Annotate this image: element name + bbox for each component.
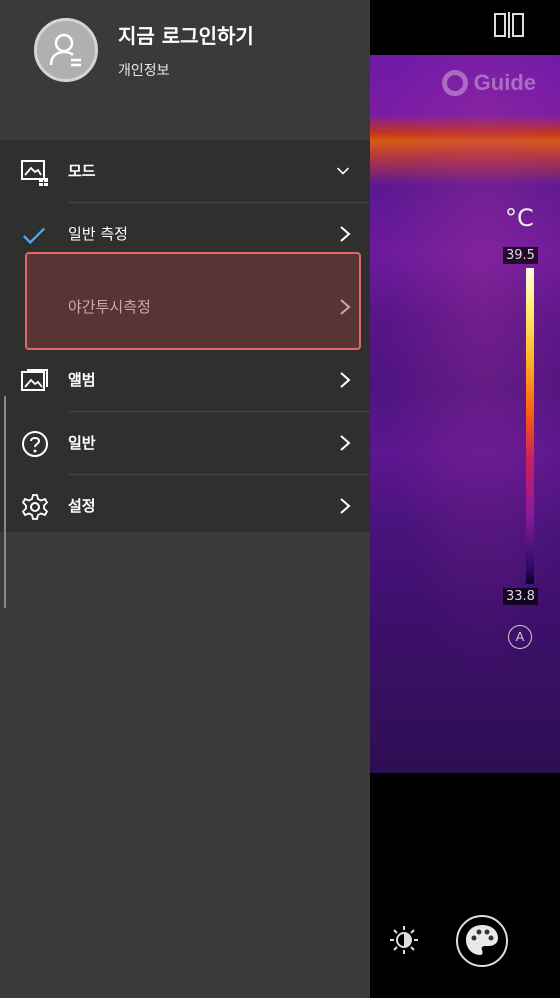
guide-watermark: Guide [441, 70, 536, 96]
album-icon [21, 369, 48, 391]
chevron-right-icon [340, 498, 351, 514]
gear-icon [21, 494, 49, 520]
drawer-empty-area [0, 532, 370, 998]
temperature-unit: °C [505, 204, 534, 232]
palette-icon [466, 925, 498, 955]
drawer-header: 지금 로그인하기 개인정보 [0, 0, 370, 140]
watermark-text: Guide [473, 70, 536, 95]
brightness-icon[interactable] [389, 925, 419, 955]
menu-item-general[interactable]: 일반 [0, 412, 370, 475]
check-icon [22, 227, 46, 245]
menu-label-general: 일반 [68, 434, 96, 452]
selection-highlight [25, 252, 361, 350]
menu-item-album[interactable]: 앨범 [0, 349, 370, 412]
temperature-scale-bar [526, 268, 534, 584]
navigation-drawer: 지금 로그인하기 개인정보 모드 일반 측정 야간투시측정 앨범 일반 설정 [0, 0, 370, 998]
palette-button[interactable] [456, 915, 508, 967]
temp-max-label: 39.5 [503, 247, 538, 264]
user-glyph-icon [49, 33, 81, 67]
menu-label-settings: 설정 [68, 497, 96, 515]
menu-item-settings[interactable]: 설정 [0, 475, 370, 538]
chevron-right-icon [340, 372, 351, 388]
temp-min-label: 33.8 [503, 588, 538, 605]
drawer-edge-handle[interactable] [4, 396, 6, 608]
mode-icon [21, 160, 48, 186]
menu-item-mode[interactable]: 모드 [0, 140, 370, 203]
chevron-right-icon [340, 435, 351, 451]
login-link[interactable]: 지금 로그인하기 [118, 20, 254, 49]
guide-logo-icon [441, 70, 468, 96]
profile-link[interactable]: 개인정보 [118, 60, 170, 80]
chevron-down-icon [337, 167, 349, 175]
help-icon [22, 431, 48, 457]
menu-label-mode: 모드 [68, 162, 96, 180]
split-view-icon[interactable] [494, 12, 524, 38]
auto-range-icon[interactable]: A [508, 625, 532, 649]
menu-label-album: 앨범 [68, 371, 96, 389]
user-avatar-icon[interactable] [34, 18, 98, 82]
chevron-right-icon [340, 226, 351, 242]
